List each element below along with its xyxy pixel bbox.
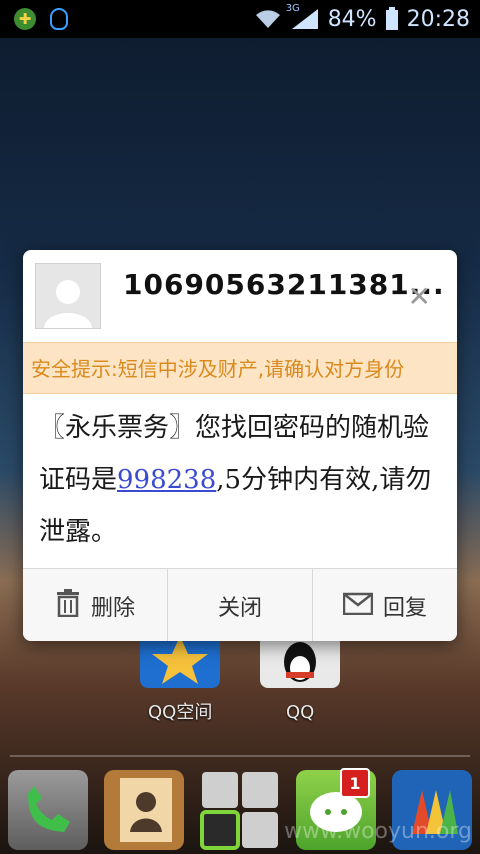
- status-bar: ✚ 3G 84% 20:28: [0, 0, 480, 38]
- trash-icon: [55, 588, 81, 623]
- battery-icon: [385, 7, 399, 31]
- verification-code-link[interactable]: 998238: [117, 465, 216, 495]
- unread-badge: 1: [340, 768, 370, 798]
- battery-percent: 84%: [327, 6, 377, 32]
- qq-icon[interactable]: [50, 8, 68, 30]
- signal-icon: 3G: [286, 3, 320, 31]
- sender-number: 10690563211381...: [123, 268, 445, 301]
- sms-popup-dialog: 10690563211381... ✕ 安全提示:短信中涉及财产,请确认对方身份…: [23, 250, 457, 641]
- qq-zone-label: QQ空间: [148, 702, 213, 723]
- reply-button[interactable]: 回复: [313, 569, 457, 641]
- delete-button[interactable]: 删除: [23, 569, 168, 641]
- contacts-app-icon[interactable]: [104, 770, 184, 850]
- watermark-text: www.wooyun.org: [284, 819, 472, 844]
- reply-label: 回复: [382, 595, 427, 621]
- wifi-icon: [254, 9, 282, 29]
- phone-app-icon[interactable]: [8, 770, 88, 850]
- contact-avatar: [35, 263, 101, 329]
- dialog-header: 10690563211381... ✕: [23, 250, 457, 340]
- clock: 20:28: [406, 6, 470, 32]
- dock-divider: [10, 755, 470, 757]
- message-body: 〖永乐票务〗您找回密码的随机验证码是998238,5分钟内有效,请勿泄露。: [39, 402, 449, 558]
- delete-label: 删除: [90, 595, 135, 621]
- close-label: 关闭: [217, 595, 262, 621]
- dock: 1 www.wooyun.org: [0, 766, 480, 854]
- qq-label: QQ: [286, 702, 315, 723]
- security-warning: 安全提示:短信中涉及财产,请确认对方身份: [23, 342, 457, 394]
- close-icon[interactable]: ✕: [408, 280, 431, 313]
- reply-mail-icon: [342, 591, 374, 621]
- notification-app-icon[interactable]: ✚: [14, 8, 36, 30]
- app-drawer-icon[interactable]: [200, 770, 280, 850]
- dialog-actions: 删除 关闭 回复: [23, 568, 457, 641]
- network-type: 3G: [285, 3, 300, 14]
- close-button[interactable]: 关闭: [168, 569, 313, 641]
